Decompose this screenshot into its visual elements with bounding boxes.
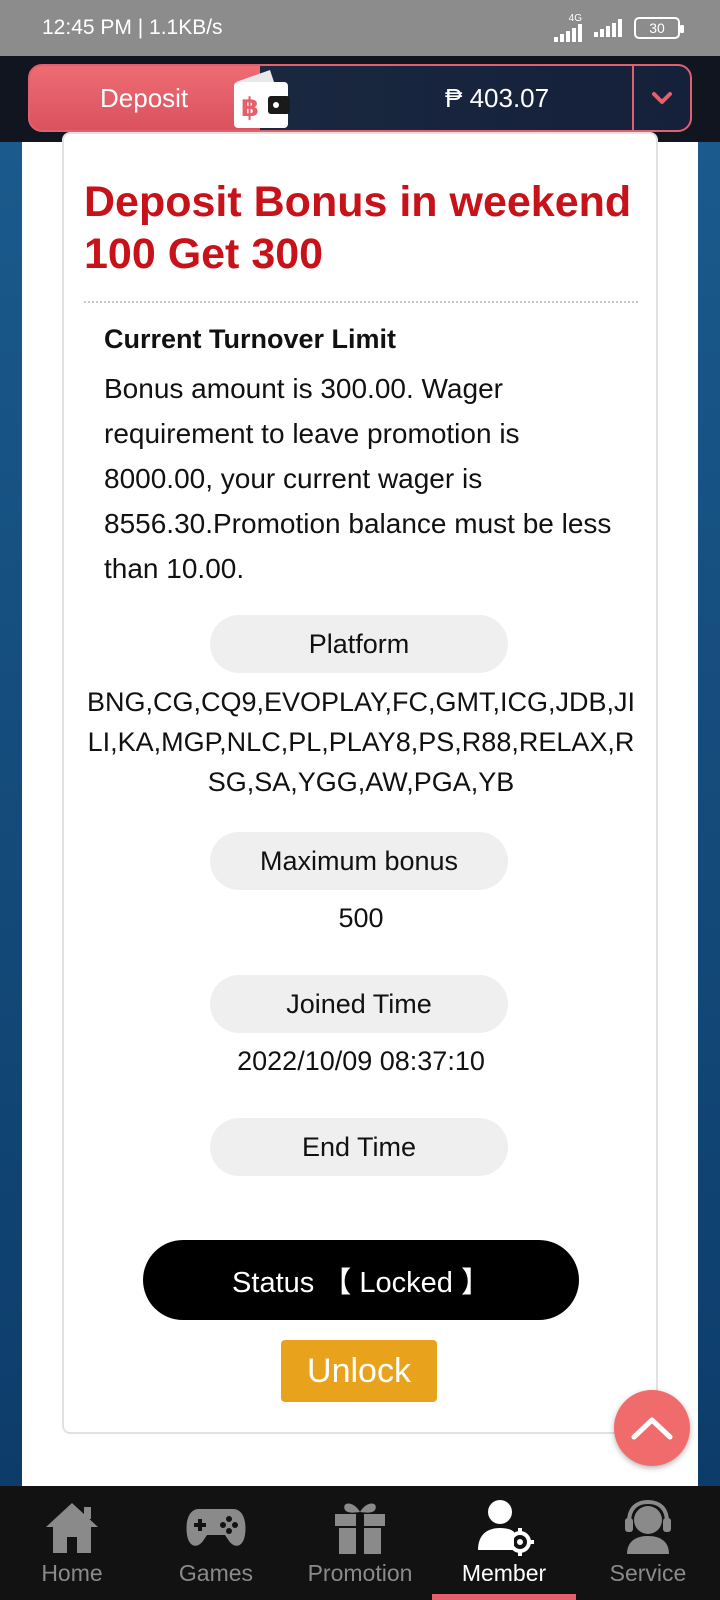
end-time-label: End Time bbox=[210, 1118, 508, 1176]
promotion-detail-page: Deposit Bonus in weekend 100 Get 300 Cur… bbox=[22, 132, 698, 1486]
deposit-button[interactable]: Deposit bbox=[30, 66, 260, 130]
wallet-icon: ฿ bbox=[234, 70, 290, 128]
platform-label: Platform bbox=[210, 615, 508, 673]
bottom-navigation: Home Games Promotion Member Service bbox=[0, 1486, 720, 1600]
nav-member-label: Member bbox=[461, 1560, 547, 1586]
battery-level: 30 bbox=[649, 20, 665, 36]
gamepad-icon bbox=[183, 1494, 249, 1560]
platform-value: BNG,CG,CQ9,EVOPLAY,FC,GMT,ICG,JDB,JILI,K… bbox=[86, 687, 636, 797]
background-left bbox=[0, 142, 22, 1486]
signal-icon-2 bbox=[594, 19, 622, 37]
nav-home-label: Home bbox=[41, 1560, 103, 1586]
battery-icon: 30 bbox=[634, 17, 684, 39]
home-icon bbox=[39, 1494, 105, 1560]
nav-games-label: Games bbox=[178, 1560, 254, 1586]
max-bonus-label: Maximum bonus bbox=[210, 832, 508, 890]
divider bbox=[84, 301, 638, 303]
status-speed: 1.1KB/s bbox=[149, 16, 223, 39]
system-status-bar: 12:45 PM | 1.1KB/s 4G 30 bbox=[0, 0, 720, 56]
balance-text: ₱ 403.07 bbox=[445, 82, 550, 113]
promotion-title: Deposit Bonus in weekend 100 Get 300 bbox=[84, 178, 632, 278]
unlock-button[interactable]: Unlock bbox=[281, 1340, 437, 1402]
joined-time-label: Joined Time bbox=[210, 975, 508, 1033]
nav-promotion-label: Promotion bbox=[307, 1560, 413, 1586]
wallet-bar: Deposit ฿ ₱ 403.07 bbox=[28, 64, 692, 132]
nav-promotion[interactable]: Promotion bbox=[288, 1486, 432, 1600]
chevron-down-icon bbox=[652, 92, 672, 104]
background-right bbox=[698, 142, 720, 1486]
status-button[interactable]: Status 【 Locked 】 bbox=[143, 1240, 579, 1320]
deposit-label: Deposit bbox=[100, 82, 189, 113]
headset-icon bbox=[615, 1494, 681, 1560]
network-type: 4G bbox=[568, 13, 582, 24]
gift-icon bbox=[327, 1494, 393, 1560]
nav-service-label: Service bbox=[609, 1560, 687, 1586]
svg-text:฿: ฿ bbox=[241, 93, 259, 123]
nav-home[interactable]: Home bbox=[0, 1486, 144, 1600]
max-bonus-value: 500 bbox=[338, 903, 384, 933]
nav-member[interactable]: Member bbox=[432, 1486, 576, 1600]
status-text: Status 【 Locked 】 bbox=[232, 1267, 490, 1299]
joined-time-value: 2022/10/09 08:37:10 bbox=[237, 1046, 485, 1076]
nav-service[interactable]: Service bbox=[576, 1486, 720, 1600]
wallet-dropdown-button[interactable] bbox=[632, 66, 690, 130]
unlock-label: Unlock bbox=[307, 1351, 411, 1390]
scroll-to-top-button[interactable] bbox=[614, 1390, 690, 1466]
status-time: 12:45 PM bbox=[42, 16, 132, 39]
signal-icon bbox=[554, 24, 582, 42]
section-heading: Current Turnover Limit bbox=[104, 324, 397, 354]
cell-signal-1: 4G bbox=[554, 14, 582, 42]
chevron-up-icon bbox=[631, 1417, 673, 1440]
app-header: Deposit ฿ ₱ 403.07 bbox=[0, 56, 720, 142]
status-left: 12:45 PM | 1.1KB/s bbox=[42, 16, 223, 39]
status-right: 4G 30 bbox=[554, 14, 684, 42]
turnover-description: Bonus amount is 300.00. Wager requiremen… bbox=[104, 373, 612, 584]
wallet-balance: ₱ 403.07 bbox=[330, 66, 650, 130]
nav-games[interactable]: Games bbox=[144, 1486, 288, 1600]
member-icon bbox=[471, 1494, 537, 1560]
